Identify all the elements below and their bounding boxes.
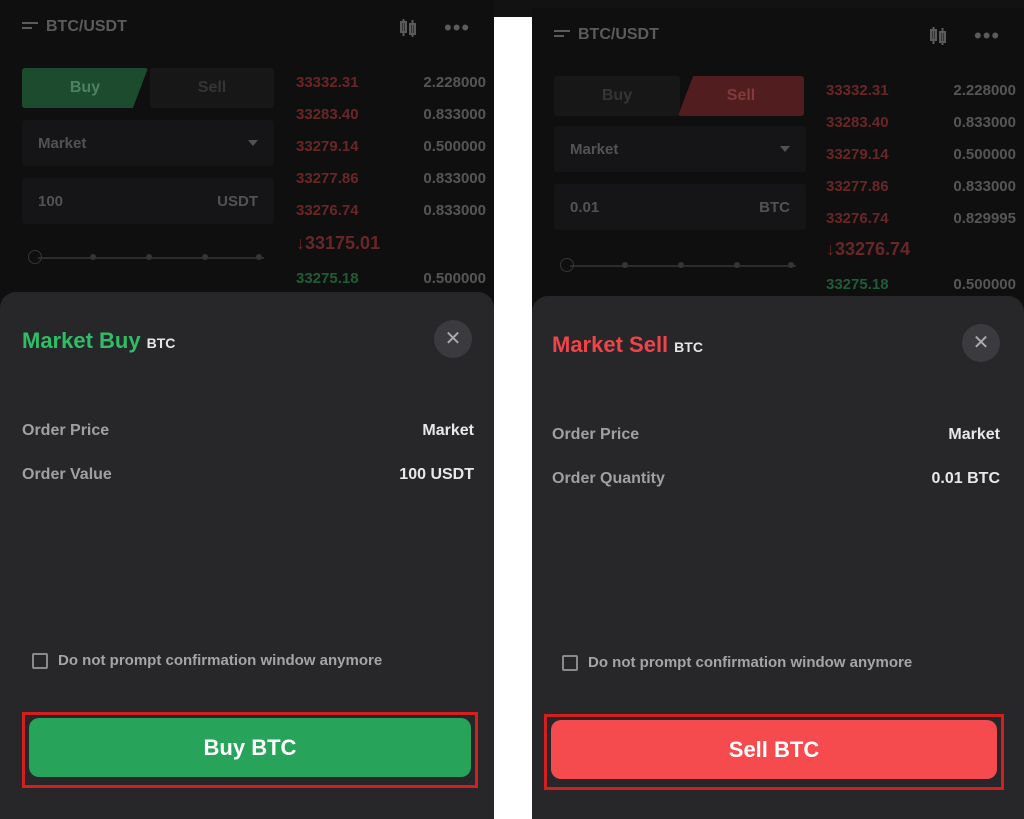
order-type-value: Market [38, 134, 87, 152]
bid-row[interactable]: 33275.18 0.500000 [296, 270, 486, 290]
order-type-value: Market [570, 140, 619, 158]
sell-screen: BTC/USDT ••• Buy Sell Market 0.01 BTC 33… [532, 8, 1024, 819]
confirmation-sheet: Market Buy BTC ✕ Order Price Market Orde… [0, 292, 494, 819]
buy-screen: BTC/USDT ••• Buy Sell Market 100 USDT 33… [0, 0, 494, 819]
menu-icon [22, 22, 38, 32]
highlight-outline: Buy BTC [22, 712, 478, 788]
last-price: ↓33276.74 [826, 239, 911, 259]
amount-unit: BTC [759, 198, 790, 216]
pair-header[interactable]: BTC/USDT [22, 18, 127, 36]
more-icon[interactable]: ••• [974, 25, 1000, 47]
trade-background: BTC/USDT ••• Buy Sell Market 0.01 BTC 33… [532, 8, 1024, 308]
checkbox-box[interactable] [562, 654, 578, 671]
order-value-row: Order Value 100 USDT [22, 466, 474, 483]
tab-buy[interactable]: Buy [22, 68, 148, 108]
dialog-title: Market Buy BTC [22, 328, 175, 354]
last-price: ↓33175.01 [296, 233, 381, 253]
order-type-select[interactable]: Market [22, 120, 274, 166]
more-icon[interactable]: ••• [444, 17, 470, 39]
order-price-row: Order Price Market [22, 422, 474, 439]
amount-input[interactable]: 100 USDT [22, 178, 274, 224]
menu-icon [554, 30, 570, 40]
dialog-title-asset: BTC [674, 339, 703, 355]
tab-sell[interactable]: Sell [150, 68, 274, 108]
checkbox-label: Do not prompt confirmation window anymor… [58, 652, 383, 669]
sell-btc-button[interactable]: Sell BTC [551, 720, 997, 779]
header-icons: ••• [398, 17, 470, 39]
candlestick-icon[interactable] [398, 18, 418, 38]
dialog-title-asset: BTC [146, 335, 176, 351]
dialog-title: Market Sell BTC [552, 332, 703, 358]
confirmation-sheet: Market Sell BTC ✕ Order Price Market Ord… [532, 296, 1024, 819]
pair-header[interactable]: BTC/USDT [554, 26, 659, 44]
ask-row[interactable]: 33277.86 0.833000 [826, 178, 1016, 198]
tab-buy[interactable]: Buy [554, 76, 680, 116]
buy-btc-button[interactable]: Buy BTC [29, 718, 471, 777]
dont-prompt-checkbox[interactable]: Do not prompt confirmation window anymor… [562, 654, 912, 671]
amount-value: 100 [38, 192, 64, 210]
pair-label: BTC/USDT [578, 26, 659, 43]
header-icons: ••• [928, 25, 1000, 47]
ask-row[interactable]: 33332.31 2.228000 [296, 74, 486, 94]
close-icon[interactable]: ✕ [434, 320, 472, 358]
candlestick-icon[interactable] [928, 26, 948, 46]
amount-slider[interactable] [560, 258, 796, 274]
dialog-title-text: Market Buy [22, 328, 141, 353]
ask-row[interactable]: 33283.40 0.833000 [296, 106, 486, 126]
ask-row[interactable]: 33277.86 0.833000 [296, 170, 486, 190]
amount-input[interactable]: 0.01 BTC [554, 184, 806, 230]
close-icon[interactable]: ✕ [962, 324, 1000, 362]
ask-row[interactable]: 33279.14 0.500000 [826, 146, 1016, 166]
pair-label: BTC/USDT [46, 18, 127, 35]
amount-value: 0.01 [570, 198, 600, 216]
ask-row[interactable]: 33276.74 0.833000 [296, 202, 486, 222]
ask-row[interactable]: 33332.31 2.228000 [826, 82, 1016, 102]
chevron-down-icon [248, 140, 258, 146]
slider-knob[interactable] [28, 250, 42, 264]
screen-divider [494, 17, 532, 819]
ask-row[interactable]: 33283.40 0.833000 [826, 114, 1016, 134]
highlight-outline: Sell BTC [544, 714, 1004, 790]
amount-slider[interactable] [28, 250, 264, 266]
amount-unit: USDT [217, 192, 258, 210]
slider-knob[interactable] [560, 258, 574, 272]
chevron-down-icon [780, 146, 790, 152]
checkbox-label: Do not prompt confirmation window anymor… [588, 654, 913, 671]
dont-prompt-checkbox[interactable]: Do not prompt confirmation window anymor… [32, 652, 382, 669]
checkbox-box[interactable] [32, 652, 48, 669]
order-price-row: Order Price Market [552, 426, 1000, 443]
order-type-select[interactable]: Market [554, 126, 806, 172]
dialog-title-text: Market Sell [552, 332, 669, 357]
order-quantity-row: Order Quantity 0.01 BTC [552, 470, 1000, 487]
ask-row[interactable]: 33276.74 0.829995 [826, 210, 1016, 230]
tab-sell[interactable]: Sell [678, 76, 804, 116]
trade-background: BTC/USDT ••• Buy Sell Market 100 USDT 33… [0, 0, 494, 300]
ask-row[interactable]: 33279.14 0.500000 [296, 138, 486, 158]
bid-row[interactable]: 33275.18 0.500000 [826, 276, 1016, 296]
